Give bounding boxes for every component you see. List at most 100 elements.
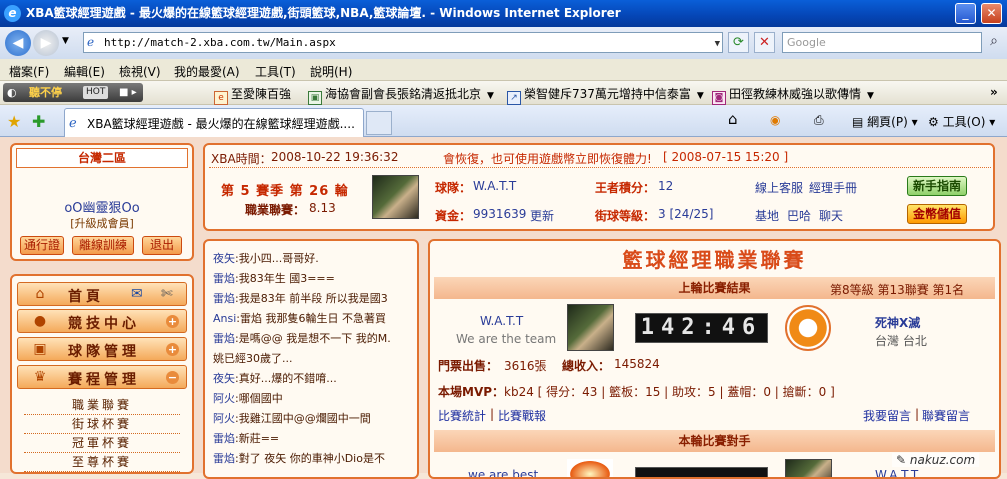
address-dropdown-icon[interactable]: ▼ <box>715 35 720 54</box>
next-away-team[interactable]: W.A.T.T <box>875 468 918 477</box>
add-favorite-icon[interactable]: ✚ <box>32 112 45 131</box>
close-button[interactable]: ✕ <box>981 3 1002 24</box>
radio-controls[interactable]: ■ ▸ <box>119 83 137 102</box>
season-label: 第 5 賽季 第 26 輪 <box>221 184 349 199</box>
score-board: 142:46 <box>635 313 768 343</box>
link-separator: | <box>490 407 495 421</box>
gold-topup-button[interactable]: 金幣儲值 <box>907 204 967 224</box>
sub-pro-league[interactable]: 職業聯賽 <box>24 396 180 415</box>
next-home-team[interactable]: we are best <box>468 468 538 477</box>
match-report-link[interactable]: 比賽戰報 <box>498 407 546 424</box>
funds-value: 9931639 <box>473 207 527 221</box>
back-button[interactable]: ◀ <box>5 30 31 56</box>
nav-competition-center[interactable]: ● 競技中心 + <box>17 309 187 333</box>
time-label: XBA時間： <box>211 152 272 166</box>
radio-toolbar[interactable]: ◐ 聽不停 HOT ■ ▸ <box>3 83 143 102</box>
link-chat[interactable]: 聊天 <box>819 207 843 224</box>
fav-page-icon: ▣ <box>308 91 322 105</box>
user-panel: 台灣二區 oO幽靈狠Oo [升級成會員] 通行證 離線訓練 退出 <box>10 143 194 261</box>
fav-link-4[interactable]: ◙ 田徑教練林威強以歌傳情 ▼ <box>712 85 874 105</box>
fav-link-1[interactable]: e 至愛陳百強 <box>214 85 291 105</box>
sub-supreme-cup[interactable]: 至尊杯賽 <box>24 453 180 472</box>
manager-avatar[interactable] <box>372 175 419 219</box>
fav-link-3[interactable]: ↗ 榮智健斥737萬元增持中信泰富 ▼ <box>507 85 704 105</box>
logout-button[interactable]: 退出 <box>142 236 182 255</box>
page-icon: ℯ <box>87 35 95 49</box>
menu-tools[interactable]: 工具(T) <box>255 63 296 80</box>
stop-button[interactable]: ✕ <box>754 32 775 53</box>
sub-champion-cup[interactable]: 冠軍杯賽 <box>24 434 180 453</box>
home-icon[interactable]: ⌂ <box>728 110 738 128</box>
notice-text[interactable]: 會恢復，也可使用遊戲幣立即恢復體力! <box>443 150 652 167</box>
link-customer-service[interactable]: 線上客服 <box>755 179 803 196</box>
collapse-icon[interactable]: − <box>166 371 179 384</box>
nav-team-management[interactable]: ▣ 球隊管理 + <box>17 337 187 361</box>
clipboard-icon: ▣ <box>33 341 47 357</box>
team-value: W.A.T.T <box>473 179 517 193</box>
tools-icon[interactable]: ✄ <box>161 286 173 302</box>
refresh-funds-link[interactable]: 更新 <box>530 207 554 224</box>
chat-line: 雷焰:新莊== <box>213 432 280 445</box>
income-value: 145824 <box>614 357 660 371</box>
team-label: 球隊： <box>435 181 472 195</box>
away-team-name[interactable]: 死神X滅 <box>875 314 920 331</box>
link-manager-manual[interactable]: 經理手冊 <box>809 179 857 196</box>
print-icon[interactable]: ⎙ <box>814 113 824 128</box>
tools-menu[interactable]: ⚙ 工具(O) ▾ <box>928 113 995 130</box>
next-score-board <box>635 467 768 477</box>
mvp-value: kb24 [ 得分：43 | 籃板：15 | 助攻：5 | 蓋帽：0 | 搶斷：… <box>504 385 835 399</box>
match-stats-link[interactable]: 比賽統計 <box>438 407 486 424</box>
nav-home[interactable]: ⌂ 首頁 ✉ ✄ <box>17 282 187 306</box>
next-away-avatar[interactable] <box>785 459 832 477</box>
favorites-star-icon[interactable]: ★ <box>7 112 21 131</box>
notice-date: [ 2008-07-15 15:20 ] <box>663 150 789 164</box>
leave-message-link[interactable]: 我要留言 <box>863 407 911 424</box>
menu-help[interactable]: 說明(H) <box>310 63 352 80</box>
menu-favorites[interactable]: 我的最愛(A) <box>174 63 240 80</box>
expand-icon[interactable]: + <box>166 343 179 356</box>
address-toolbar: ◀ ▶ ▼ ℯ http://match-2.xba.com.tw/Main.a… <box>0 27 1007 59</box>
link-base[interactable]: 基地 <box>755 207 779 224</box>
chat-panel: 夜矢:我小四...哥哥好. 雷焰:我83年生 國3=== 雷焰:我是83年 前半… <box>203 239 419 479</box>
fav-camera-icon: ◙ <box>712 91 726 105</box>
passport-button[interactable]: 通行證 <box>20 236 64 255</box>
next-home-logo[interactable] <box>567 459 613 477</box>
address-input[interactable]: ℯ http://match-2.xba.com.tw/Main.aspx ▼ <box>83 32 723 53</box>
home-team-motto: We are the team <box>456 332 557 346</box>
nav-schedule-management[interactable]: ♛ 賽程管理 − <box>17 365 187 389</box>
minimize-button[interactable]: _ <box>955 3 976 24</box>
offline-training-button[interactable]: 離線訓練 <box>72 236 134 255</box>
forward-button[interactable]: ▶ <box>33 30 59 56</box>
page-menu[interactable]: ▤ 網頁(P) ▾ <box>852 113 918 130</box>
member-type[interactable]: [升級成會員] <box>12 215 192 231</box>
chat-line: 雷焰:是嗎@@ 我是想不一下 我的M. <box>213 332 391 345</box>
menu-view[interactable]: 檢視(V) <box>119 63 161 80</box>
menu-file[interactable]: 檔案(F) <box>9 63 49 80</box>
search-input[interactable]: Google <box>782 32 982 53</box>
mvp-label: 本場MVP： <box>438 385 505 399</box>
menu-edit[interactable]: 編輯(E) <box>64 63 105 80</box>
away-team-logo[interactable] <box>785 305 831 351</box>
mail-icon[interactable]: ✉ <box>131 286 143 302</box>
fav-link-2[interactable]: ▣ 海協會副會長張銘清返抵北京 ▼ <box>308 85 494 105</box>
chat-line: 雷焰:對了 夜矢 你的車神小Dio是不 <box>213 452 385 465</box>
newbie-guide-button[interactable]: 新手指南 <box>907 176 967 196</box>
link-bahamut[interactable]: 巴哈 <box>787 207 811 224</box>
home-team-avatar[interactable] <box>567 304 614 351</box>
tab-title: XBA籃球經理遊戲 - 最火爆的在線籃球經理遊戲.... <box>87 117 355 131</box>
refresh-button[interactable]: ⟳ <box>728 32 749 53</box>
chat-line: 阿火:哪個國中 <box>213 392 283 405</box>
trophy-icon: ♛ <box>33 369 47 385</box>
fav-more-icon[interactable]: » <box>990 85 998 99</box>
sub-street-cup[interactable]: 街球杯賽 <box>24 415 180 434</box>
rss-feed-icon[interactable]: ◉ <box>770 113 780 127</box>
search-icon[interactable]: ⌕ <box>984 32 1004 53</box>
new-tab-button[interactable] <box>366 111 392 135</box>
league-value: 8.13 <box>309 201 336 215</box>
history-dropdown-icon[interactable]: ▼ <box>62 36 69 46</box>
tab-current[interactable]: ℯ XBA籃球經理遊戲 - 最火爆的在線籃球經理遊戲.... <box>64 108 364 137</box>
league-board-link[interactable]: 聯賽留言 <box>922 407 970 424</box>
search-placeholder: Google <box>787 36 826 49</box>
home-team-name[interactable]: W.A.T.T <box>480 314 523 328</box>
expand-icon[interactable]: + <box>166 315 179 328</box>
